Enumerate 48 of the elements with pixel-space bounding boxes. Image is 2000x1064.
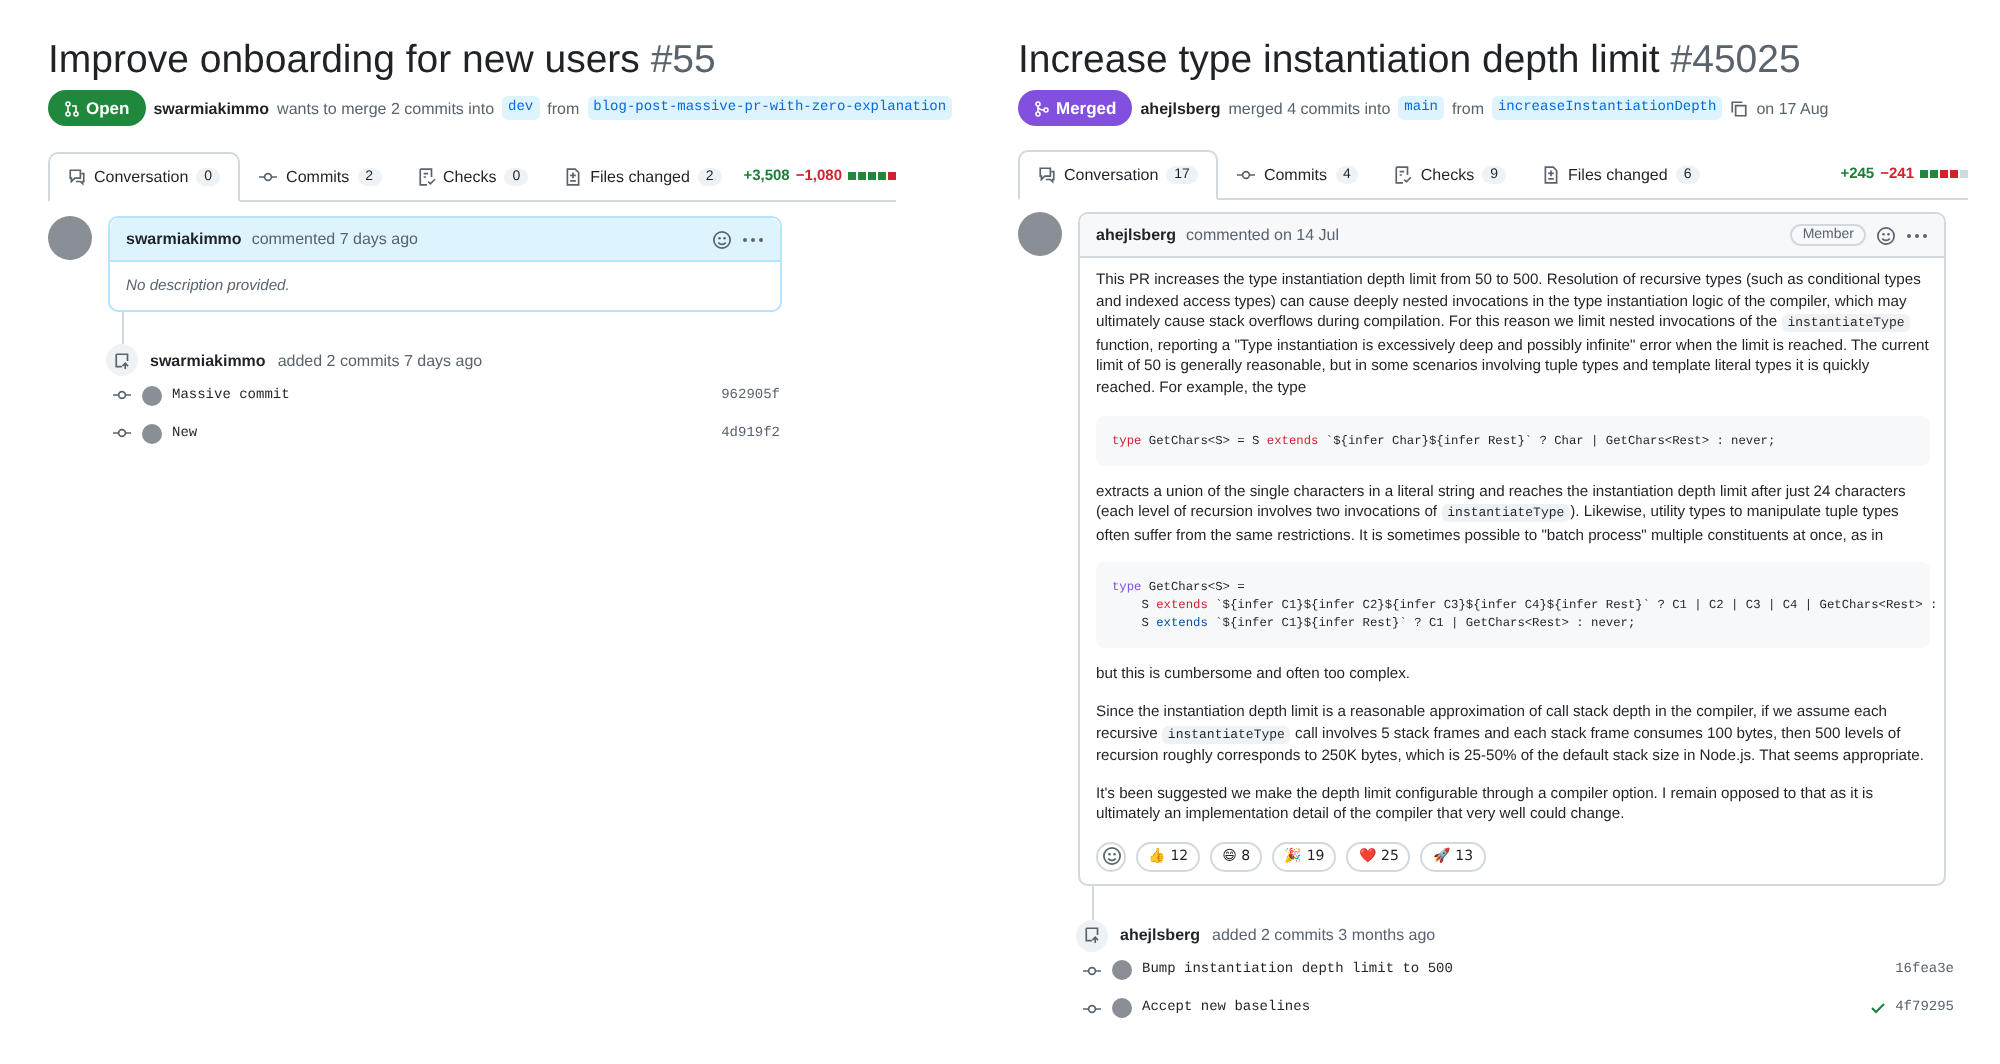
merge-icon	[1034, 99, 1050, 117]
pull-request-title: Improve onboarding for new users #55	[48, 36, 718, 84]
author-link[interactable]: ahejlsberg	[1120, 926, 1201, 945]
more-options-icon[interactable]	[742, 235, 764, 243]
author-link[interactable]: ahejlsberg	[1140, 99, 1221, 117]
add-reaction-button[interactable]	[1096, 841, 1126, 872]
smiley-icon	[1101, 846, 1121, 867]
merge-summary: wants to merge 2 commits into	[277, 99, 495, 117]
more-options-icon[interactable]	[1906, 231, 1928, 239]
diff-stat-bar	[1920, 169, 1968, 177]
smiley-icon[interactable]	[1876, 225, 1896, 245]
avatar	[48, 216, 92, 260]
conversation-icon	[68, 168, 86, 186]
copy-icon[interactable]	[1730, 99, 1749, 117]
conversation-icon	[1038, 166, 1056, 184]
comment-meta: commented 7 days ago	[251, 230, 418, 248]
author-link[interactable]: swarmiakimmo	[126, 230, 242, 248]
file-diff-icon	[564, 167, 583, 185]
pull-request-icon	[64, 99, 80, 117]
commit-icon	[1235, 165, 1256, 183]
avatar	[1112, 998, 1132, 1019]
avatar	[1018, 212, 1062, 256]
commit-icon	[258, 167, 279, 185]
commit-icon	[112, 424, 132, 442]
from-label: from	[1451, 99, 1484, 117]
pull-request-title: Increase type instantiation depth limit #45025	[1018, 36, 1803, 84]
from-label: from	[547, 99, 580, 117]
merge-summary: merged 4 commits into	[1228, 99, 1391, 117]
commit-icon	[1082, 961, 1102, 980]
event-text: added 2 commits 3 months ago	[1212, 926, 1436, 945]
checklist-icon	[417, 167, 436, 185]
author-link[interactable]: ahejlsberg	[1096, 226, 1177, 244]
commit-icon	[112, 386, 132, 404]
event-text: added 2 commits 7 days ago	[277, 351, 483, 369]
author-link[interactable]: swarmiakimmo	[153, 99, 270, 117]
author-link[interactable]: swarmiakimmo	[150, 351, 266, 369]
diff-stat-bar	[848, 171, 896, 179]
avatar	[1112, 960, 1132, 981]
checklist-icon	[1394, 165, 1413, 183]
commit-icon	[1082, 999, 1102, 1018]
status-badge: Merged	[1018, 90, 1133, 126]
status-badge: Open	[48, 90, 146, 126]
comment-meta: commented on 14 Jul	[1186, 226, 1340, 244]
push-icon	[106, 344, 138, 376]
merge-date: on 17 Aug	[1756, 99, 1829, 117]
smiley-icon[interactable]	[712, 229, 732, 249]
push-icon	[1076, 919, 1108, 952]
file-diff-icon	[1542, 165, 1560, 183]
